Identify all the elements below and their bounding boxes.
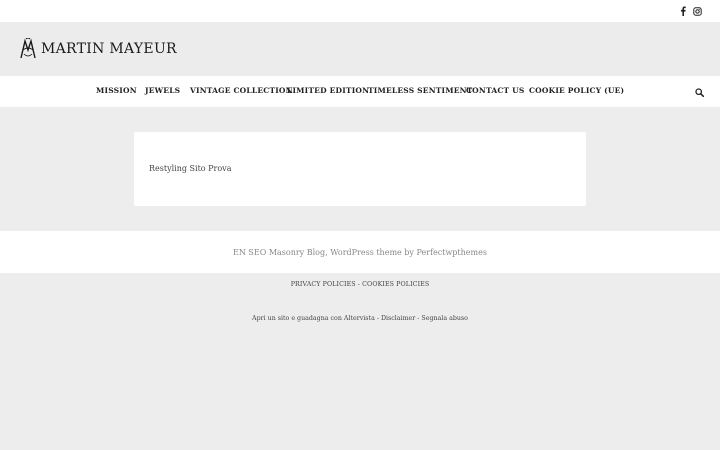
altervista-footer: Apri un sito e guadagna con Altervista -… [0, 315, 720, 322]
monogram-logo-icon [20, 38, 36, 59]
top-bar [0, 0, 720, 22]
nav-item-contact-us[interactable]: CONTACT US [466, 86, 524, 95]
main-navigation: MISSION JEWELS VINTAGE COLLECTION LIMITE… [0, 76, 720, 107]
facebook-icon-svg [681, 6, 686, 16]
disclaimer-link[interactable]: Disclaimer [381, 315, 415, 322]
post-title[interactable]: Restyling Sito Prova [149, 164, 231, 173]
nav-item-cookie-policy[interactable]: COOKIE POLICY (UE) [529, 86, 624, 95]
logo-text: Martin Mayeur [41, 41, 177, 57]
altervista-link[interactable]: Apri un sito e guadagna con Altervista [252, 315, 375, 322]
facebook-icon[interactable] [677, 5, 689, 17]
privacy-policies-link[interactable]: PRIVACY POLICIES [291, 281, 356, 288]
instagram-icon-svg [692, 6, 702, 16]
footer-credit: EN SEO Masonry Blog, WordPress theme by … [0, 231, 720, 273]
nav-item-mission[interactable]: MISSION [96, 86, 137, 95]
policy-links: PRIVACY POLICIES - COOKIES POLICIES [0, 281, 720, 288]
theme-credit-text[interactable]: EN SEO Masonry Blog, WordPress theme by … [233, 248, 487, 257]
cookies-policies-link[interactable]: COOKIES POLICIES [362, 281, 429, 288]
search-icon [694, 87, 704, 97]
post-card: Restyling Sito Prova [134, 132, 586, 206]
nav-item-timeless-sentiment[interactable]: TIMELESS SENTIMENT [368, 86, 473, 95]
nav-item-vintage-collection[interactable]: VINTAGE COLLECTION [190, 86, 293, 95]
instagram-icon[interactable] [691, 5, 703, 17]
site-header: Martin Mayeur [0, 22, 720, 76]
search-button[interactable] [693, 86, 705, 98]
site-logo[interactable]: Martin Mayeur [19, 38, 177, 60]
nav-item-limited-edition[interactable]: LIMITED EDITION [287, 86, 369, 95]
report-abuse-link[interactable]: Segnala abuso [421, 315, 468, 322]
nav-item-jewels[interactable]: JEWELS [145, 86, 180, 95]
